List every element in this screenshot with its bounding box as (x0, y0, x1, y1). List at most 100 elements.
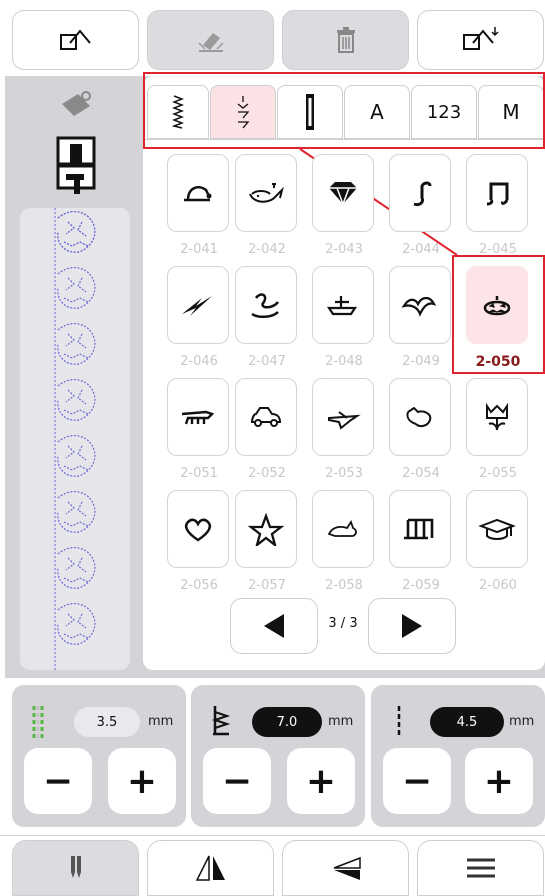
pattern-item[interactable]: 2-049 (389, 266, 453, 369)
tension-icon (397, 706, 401, 738)
pattern-button[interactable] (235, 490, 297, 568)
whale-icon (249, 183, 284, 203)
pattern-code: 2-043 (325, 242, 363, 257)
pattern-button[interactable] (167, 266, 229, 344)
selected-highlight (452, 255, 545, 374)
pattern-code: 2-047 (248, 354, 286, 369)
pattern-item[interactable]: 2-048 (312, 266, 376, 369)
pattern-item[interactable]: 2-046 (167, 266, 231, 369)
graduation-cap-icon (478, 518, 516, 540)
pattern-button[interactable] (389, 490, 451, 568)
stitch-width-value: 3.5 (74, 707, 140, 737)
heart-icon (184, 518, 212, 542)
pattern-item[interactable]: 2-043 (312, 154, 376, 257)
pattern-button[interactable] (235, 266, 297, 344)
pattern-button[interactable] (312, 154, 374, 232)
airplane-icon (328, 411, 361, 430)
pattern-item[interactable]: 2-058 (312, 490, 376, 593)
pattern-button[interactable] (312, 378, 374, 456)
pattern-item[interactable]: 2-059 (389, 490, 453, 593)
pattern-button[interactable] (167, 154, 229, 232)
mirror-vertical-icon (195, 855, 225, 881)
rabbit-icon (327, 519, 357, 537)
prev-page-button[interactable] (230, 598, 318, 654)
arrow-right-icon (402, 614, 422, 638)
pattern-item[interactable]: 2-052 (235, 378, 299, 481)
pattern-button[interactable] (389, 378, 451, 456)
arrow-left-icon (264, 614, 284, 638)
mirror-horizontal-button[interactable] (282, 840, 409, 896)
tension-plus-button[interactable]: + (465, 748, 533, 814)
pattern-code: 2-052 (248, 466, 286, 481)
tension-minus-button[interactable]: − (383, 748, 451, 814)
pattern-code: 2-042 (248, 242, 286, 257)
stitch-width-plus-button[interactable]: + (108, 748, 176, 814)
pattern-item[interactable]: 2-056 (167, 490, 231, 593)
music-note-icon (413, 181, 432, 206)
pattern-button[interactable] (312, 490, 374, 568)
mirror-horizontal-icon (333, 856, 361, 880)
pattern-button[interactable] (167, 490, 229, 568)
pattern-button[interactable] (389, 266, 451, 344)
lightning-icon (182, 296, 212, 316)
stitch-length-value: 7.0 (252, 707, 322, 737)
next-page-button[interactable] (368, 598, 456, 654)
triple-note-icon (404, 518, 434, 540)
pattern-button[interactable] (312, 266, 374, 344)
stitch-length-plus-button[interactable]: + (287, 748, 355, 814)
boat-icon (326, 296, 358, 316)
stitch-length-unit: mm (328, 714, 354, 729)
pattern-button[interactable] (466, 490, 528, 568)
stitch-width-unit: mm (148, 714, 174, 729)
stitch-length-minus-button[interactable]: − (203, 748, 271, 814)
pattern-item[interactable]: 2-054 (389, 378, 453, 481)
needle-position-button[interactable] (12, 840, 139, 896)
pattern-item[interactable]: 2-051 (167, 378, 231, 481)
bat-icon (401, 296, 437, 317)
pattern-item[interactable]: 2-041 (167, 154, 231, 257)
diamond-icon (329, 182, 357, 207)
pattern-button[interactable] (167, 378, 229, 456)
tulip-icon (486, 402, 508, 431)
tension-value: 4.5 (430, 707, 504, 737)
pattern-button[interactable] (466, 154, 528, 232)
pattern-item[interactable]: 2-045 (466, 154, 530, 257)
pattern-item[interactable]: 2-055 (466, 378, 530, 481)
pattern-item[interactable]: 2-057 (235, 490, 299, 593)
pattern-code: 2-049 (402, 354, 440, 369)
stitch-width-icon (32, 706, 44, 738)
pattern-code: 2-060 (479, 578, 517, 593)
page-indicator: 3 / 3 (328, 616, 358, 631)
hat-icon (184, 186, 212, 202)
pattern-item[interactable]: 2-060 (466, 490, 530, 593)
double-note-icon (486, 182, 509, 206)
pattern-code: 2-055 (479, 466, 517, 481)
tension-unit: mm (509, 714, 535, 729)
pattern-item[interactable]: 2-047 (235, 266, 299, 369)
pattern-code: 2-057 (248, 578, 286, 593)
car-icon (250, 407, 282, 427)
dinosaur-icon (181, 410, 215, 425)
pattern-item[interactable]: 2-044 (389, 154, 453, 257)
pattern-code: 2-054 (402, 466, 440, 481)
pattern-button[interactable] (466, 378, 528, 456)
pattern-item[interactable]: 2-042 (235, 154, 299, 257)
pattern-code: 2-044 (402, 242, 440, 257)
needle-position-icon (70, 856, 81, 878)
pattern-button[interactable] (235, 378, 297, 456)
pattern-code: 2-059 (402, 578, 440, 593)
swan-icon (251, 293, 279, 318)
pattern-button[interactable] (235, 154, 297, 232)
star-icon (247, 512, 285, 546)
pattern-code: 2-053 (325, 466, 363, 481)
mirror-vertical-button[interactable] (147, 840, 274, 896)
menu-button[interactable] (417, 840, 544, 896)
stitch-width-minus-button[interactable]: − (24, 748, 92, 814)
pattern-code: 2-048 (325, 354, 363, 369)
menu-icon (466, 858, 495, 878)
cat-icon (406, 406, 432, 428)
pattern-button[interactable] (389, 154, 451, 232)
pattern-item[interactable]: 2-053 (312, 378, 376, 481)
pattern-code: 2-058 (325, 578, 363, 593)
stitch-length-icon (211, 706, 231, 736)
